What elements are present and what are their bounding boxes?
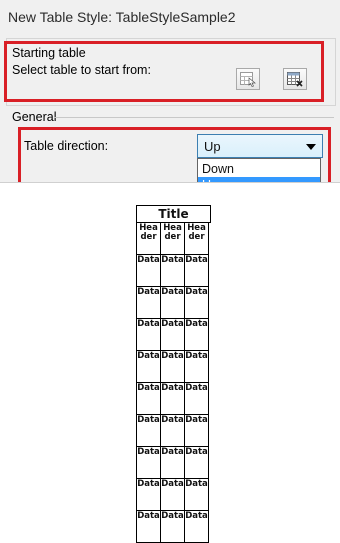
general-divider [54, 117, 334, 118]
preview-data-cell: Data [136, 254, 161, 287]
preview-data-cell: Data [184, 350, 209, 383]
preview-data-cell: Data [184, 510, 209, 543]
preview-data-cell: Data [136, 478, 161, 511]
preview-data-cell: Data [184, 318, 209, 351]
preview-data-cell: Data [136, 318, 161, 351]
table-preview: Title Header Header Header Data Data Data D… [0, 182, 340, 543]
preview-data-row: Data Data Data [136, 254, 211, 287]
preview-header-cell: Header [160, 222, 185, 255]
preview-data-cell: Data [136, 510, 161, 543]
preview-title: Title [136, 205, 211, 223]
preview-data-cell: Data [160, 446, 185, 479]
dialog-title: New Table Style: TableStyleSample2 [8, 9, 236, 25]
preview-data-row: Data Data Data [136, 414, 211, 447]
preview-data-cell: Data [160, 478, 185, 511]
preview-data-cell: Data [160, 318, 185, 351]
preview-data-cell: Data [160, 510, 185, 543]
preview-data-cell: Data [184, 478, 209, 511]
preview-header-cell: Header [184, 222, 209, 255]
preview-data-cell: Data [136, 446, 161, 479]
preview-data-row: Data Data Data [136, 382, 211, 415]
preview-data-cell: Data [136, 350, 161, 383]
preview-header-row: Header Header Header [136, 222, 211, 255]
preview-data-row: Data Data Data [136, 350, 211, 383]
preview-data-cell: Data [160, 414, 185, 447]
preview-data-row: Data Data Data [136, 286, 211, 319]
preview-data-row: Data Data Data [136, 510, 211, 543]
table-style-dialog: New Table Style: TableStyleSample2 Start… [0, 0, 340, 543]
starting-table-label: Starting table [12, 46, 86, 60]
chevron-down-icon [306, 144, 316, 150]
general-label: General [12, 110, 57, 124]
preview-data-cell: Data [136, 286, 161, 319]
preview-data-cell: Data [160, 286, 185, 319]
preview-data-cell: Data [184, 254, 209, 287]
table-select-icon [240, 72, 256, 87]
table-direction-label: Table direction: [24, 139, 109, 153]
preview-data-cell: Data [160, 382, 185, 415]
preview-data-cell: Data [136, 414, 161, 447]
remove-table-button[interactable] [283, 68, 307, 90]
table-direction-value: Up [204, 139, 221, 154]
preview-data-cell: Data [184, 382, 209, 415]
preview-data-cell: Data [184, 446, 209, 479]
select-table-button[interactable] [236, 68, 260, 90]
preview-data-cell: Data [184, 414, 209, 447]
option-down[interactable]: Down [198, 161, 320, 177]
table-direction-select[interactable]: Up [197, 134, 323, 158]
preview-data-cell: Data [160, 350, 185, 383]
preview-data-cell: Data [160, 254, 185, 287]
select-table-prompt: Select table to start from: [12, 63, 151, 77]
table-remove-icon [287, 72, 303, 87]
preview-data-cell: Data [184, 286, 209, 319]
preview-data-row: Data Data Data [136, 446, 211, 479]
preview-data-cell: Data [136, 382, 161, 415]
preview-data-row: Data Data Data [136, 318, 211, 351]
preview-data-row: Data Data Data [136, 478, 211, 511]
preview-header-cell: Header [136, 222, 161, 255]
